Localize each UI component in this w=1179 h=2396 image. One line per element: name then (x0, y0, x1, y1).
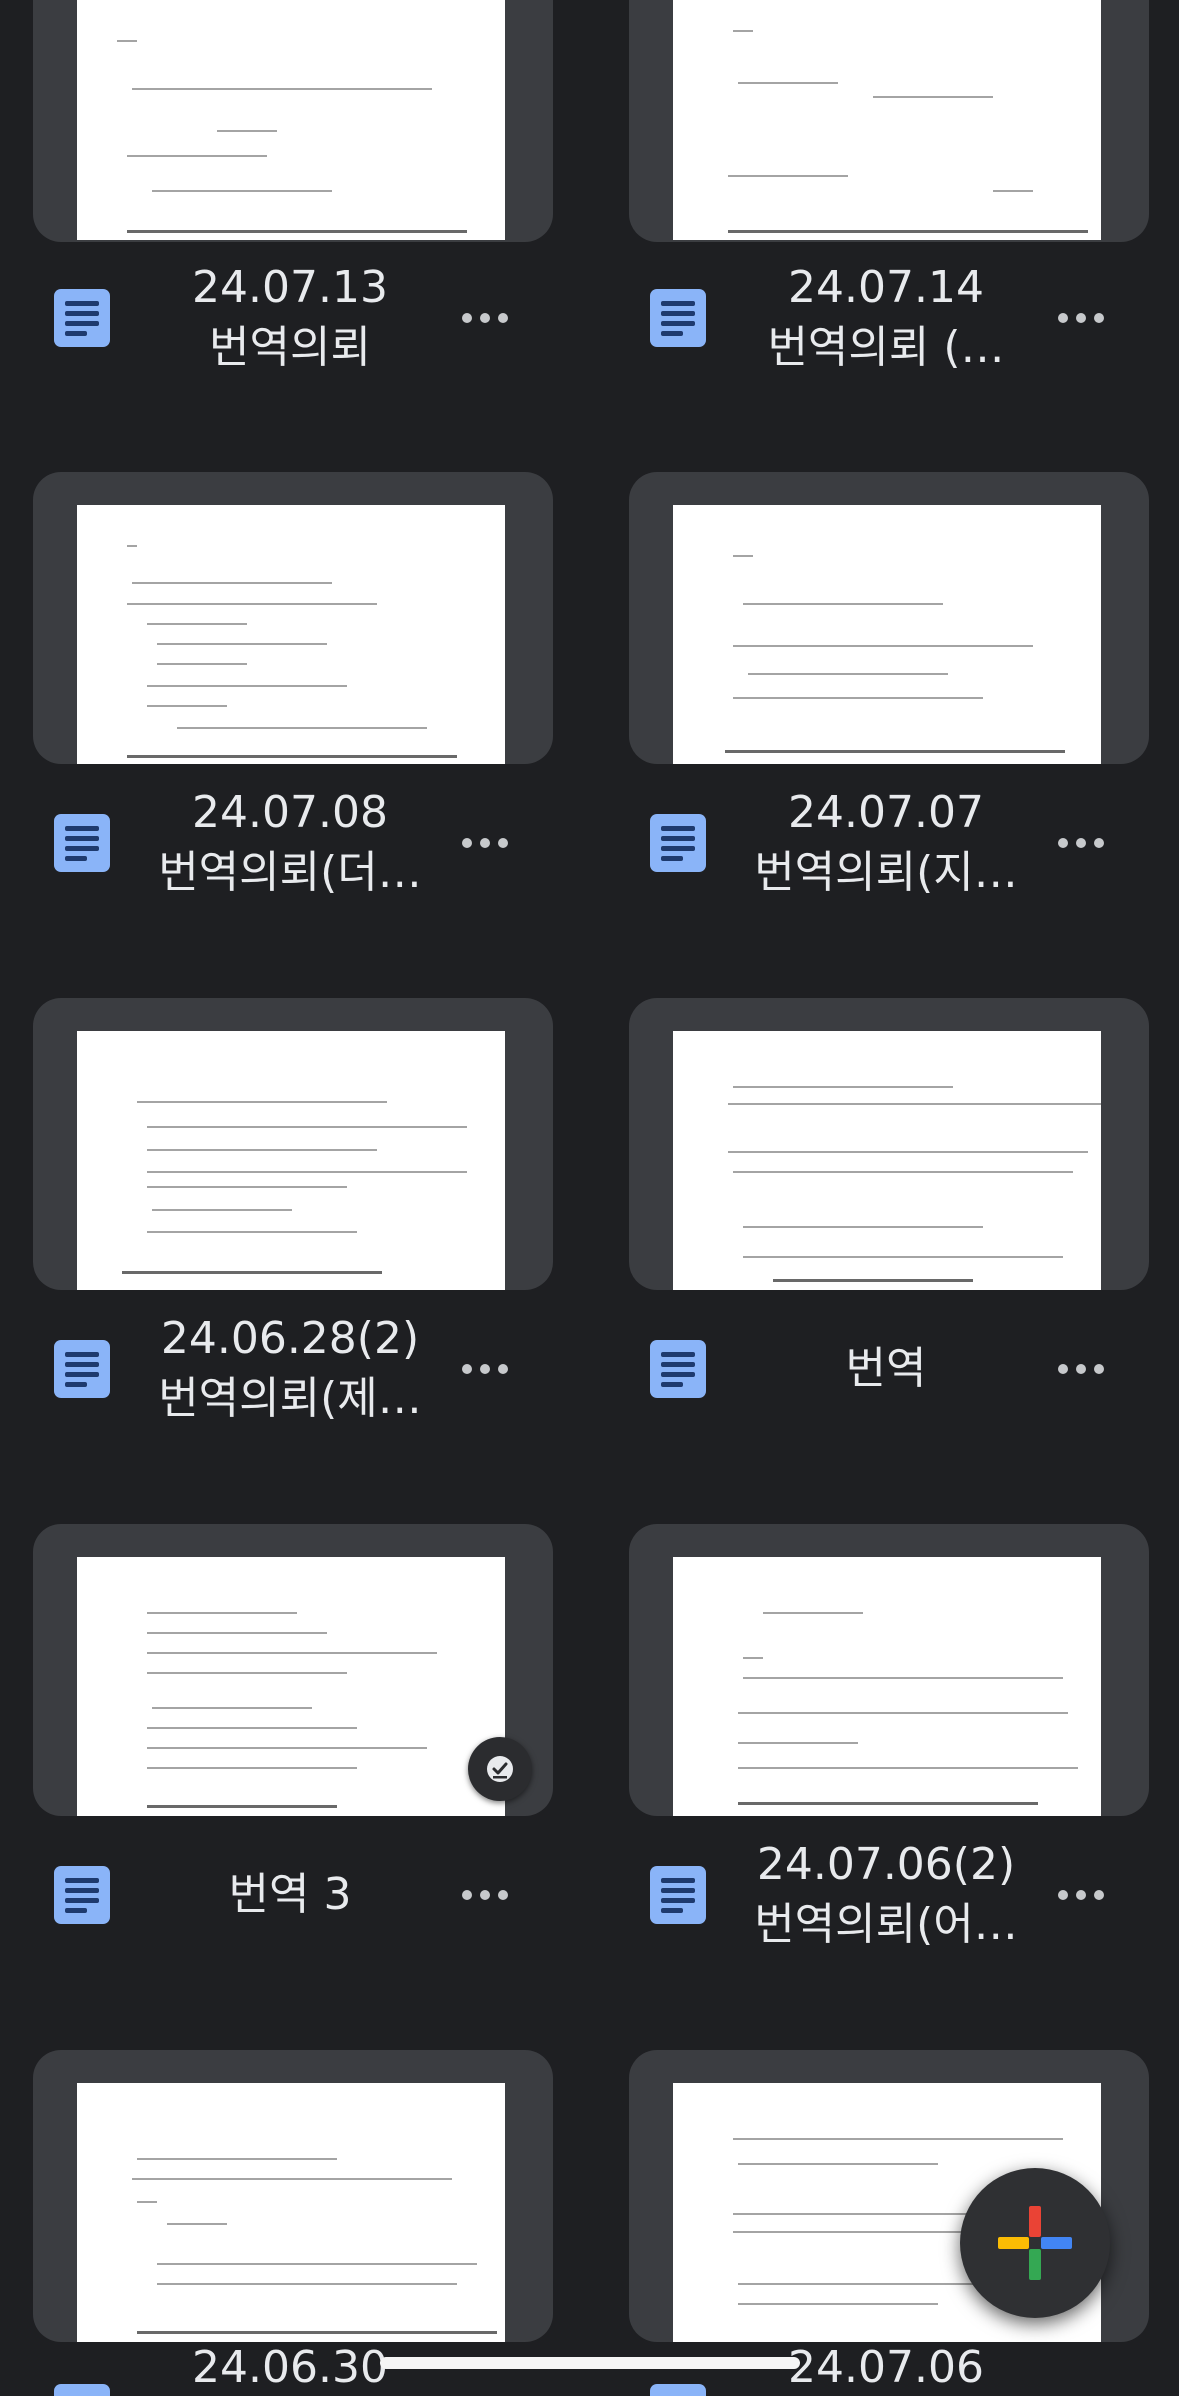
file-title-line1: 24.07.07 (788, 787, 984, 838)
google-docs-icon (650, 1340, 706, 1398)
file-title: 24.07.14 번역의뢰 (… (706, 253, 1066, 383)
document-preview (77, 1557, 505, 1816)
google-docs-icon (650, 814, 706, 872)
document-preview (77, 505, 505, 764)
google-docs-icon (54, 1340, 110, 1398)
file-thumbnail-card[interactable] (629, 472, 1149, 764)
file-thumbnail-card[interactable] (33, 472, 553, 764)
more-options-button[interactable] (1046, 1349, 1116, 1389)
file-title: 24.07.06(2) 번역의뢰(어… (706, 1830, 1066, 1960)
file-thumbnail-card[interactable] (33, 998, 553, 1290)
more-options-button[interactable] (1046, 823, 1116, 863)
offline-available-icon (468, 1737, 532, 1801)
more-options-button[interactable] (1046, 298, 1116, 338)
file-title: 24.06.28(2) 번역의뢰(제… (110, 1304, 470, 1434)
file-title-line1: 번역 (845, 1343, 927, 1394)
google-docs-icon (650, 1866, 706, 1924)
file-grid: 24.07.13 번역의뢰 24.07.14 번역의뢰 (… 24.07.08 … (0, 0, 1179, 2396)
file-thumbnail-card[interactable] (629, 998, 1149, 1290)
file-item[interactable]: 24.07.14 번역의뢰 (… (596, 253, 1179, 373)
document-preview (77, 2083, 505, 2342)
file-item[interactable]: 번역 (596, 1304, 1179, 1424)
file-title-line1: 24.07.14 (788, 262, 984, 313)
google-docs-icon (54, 2384, 110, 2396)
file-item[interactable]: 24.07.06(2) 번역의뢰(어… (596, 1830, 1179, 1950)
file-title-line2: 번역의뢰(지… (754, 847, 1018, 898)
file-thumbnail-card[interactable] (33, 0, 553, 242)
more-options-button[interactable] (450, 298, 520, 338)
google-docs-icon (54, 289, 110, 347)
file-title: 번역 3 (110, 1830, 470, 1960)
file-title: 24.07.08 번역의뢰(더… (110, 778, 470, 908)
more-options-button[interactable] (450, 1349, 520, 1389)
file-title-line1: 번역 3 (228, 1869, 352, 1920)
google-docs-icon (650, 2384, 706, 2396)
file-item[interactable]: 번역 3 (0, 1830, 590, 1950)
file-title: 번역 (706, 1304, 1066, 1434)
file-item[interactable]: 24.07.08 번역의뢰(더… (0, 778, 590, 898)
google-docs-icon (650, 289, 706, 347)
file-item[interactable]: 24.07.07 번역의뢰(지… (596, 778, 1179, 898)
file-title: 24.07.13 번역의뢰 (110, 253, 470, 383)
document-preview (673, 505, 1101, 764)
file-title-line2: 번역의뢰(어… (754, 1899, 1018, 1950)
file-title-line2: 번역의뢰 (… (767, 322, 1005, 373)
file-title-line2: 번역의뢰(더… (158, 847, 422, 898)
file-title: 24.07.07 번역의뢰(지… (706, 778, 1066, 908)
file-title-line1: 24.06.28(2) (160, 1313, 420, 1364)
file-title-line1: 24.07.06(2) (756, 1839, 1016, 1890)
more-options-button[interactable] (1046, 1875, 1116, 1915)
google-docs-icon (54, 1866, 110, 1924)
google-docs-icon (54, 814, 110, 872)
add-icon (998, 2206, 1072, 2280)
document-preview (77, 1031, 505, 1290)
file-thumbnail-card[interactable] (33, 2050, 553, 2342)
file-title-line1: 24.06.30 (192, 2342, 388, 2393)
file-thumbnail-card[interactable] (629, 1524, 1149, 1816)
new-document-fab[interactable] (960, 2168, 1110, 2318)
file-thumbnail-card[interactable] (629, 0, 1149, 242)
document-preview (673, 0, 1101, 240)
home-indicator[interactable] (380, 2357, 800, 2369)
file-title-line1: 24.07.06 (788, 2342, 984, 2393)
file-item[interactable]: 24.06.28(2) 번역의뢰(제… (0, 1304, 590, 1424)
file-title-line2: 번역의뢰(제… (158, 1373, 422, 1424)
more-options-button[interactable] (450, 823, 520, 863)
file-item[interactable]: 24.07.13 번역의뢰 (0, 253, 590, 373)
document-preview (77, 0, 505, 240)
document-preview (673, 1031, 1101, 1290)
more-options-button[interactable] (450, 1875, 520, 1915)
file-title-line1: 24.07.13 (192, 262, 388, 313)
file-title-line2: 번역의뢰 (209, 322, 371, 373)
document-preview (673, 1557, 1101, 1816)
file-title-line1: 24.07.08 (192, 787, 388, 838)
